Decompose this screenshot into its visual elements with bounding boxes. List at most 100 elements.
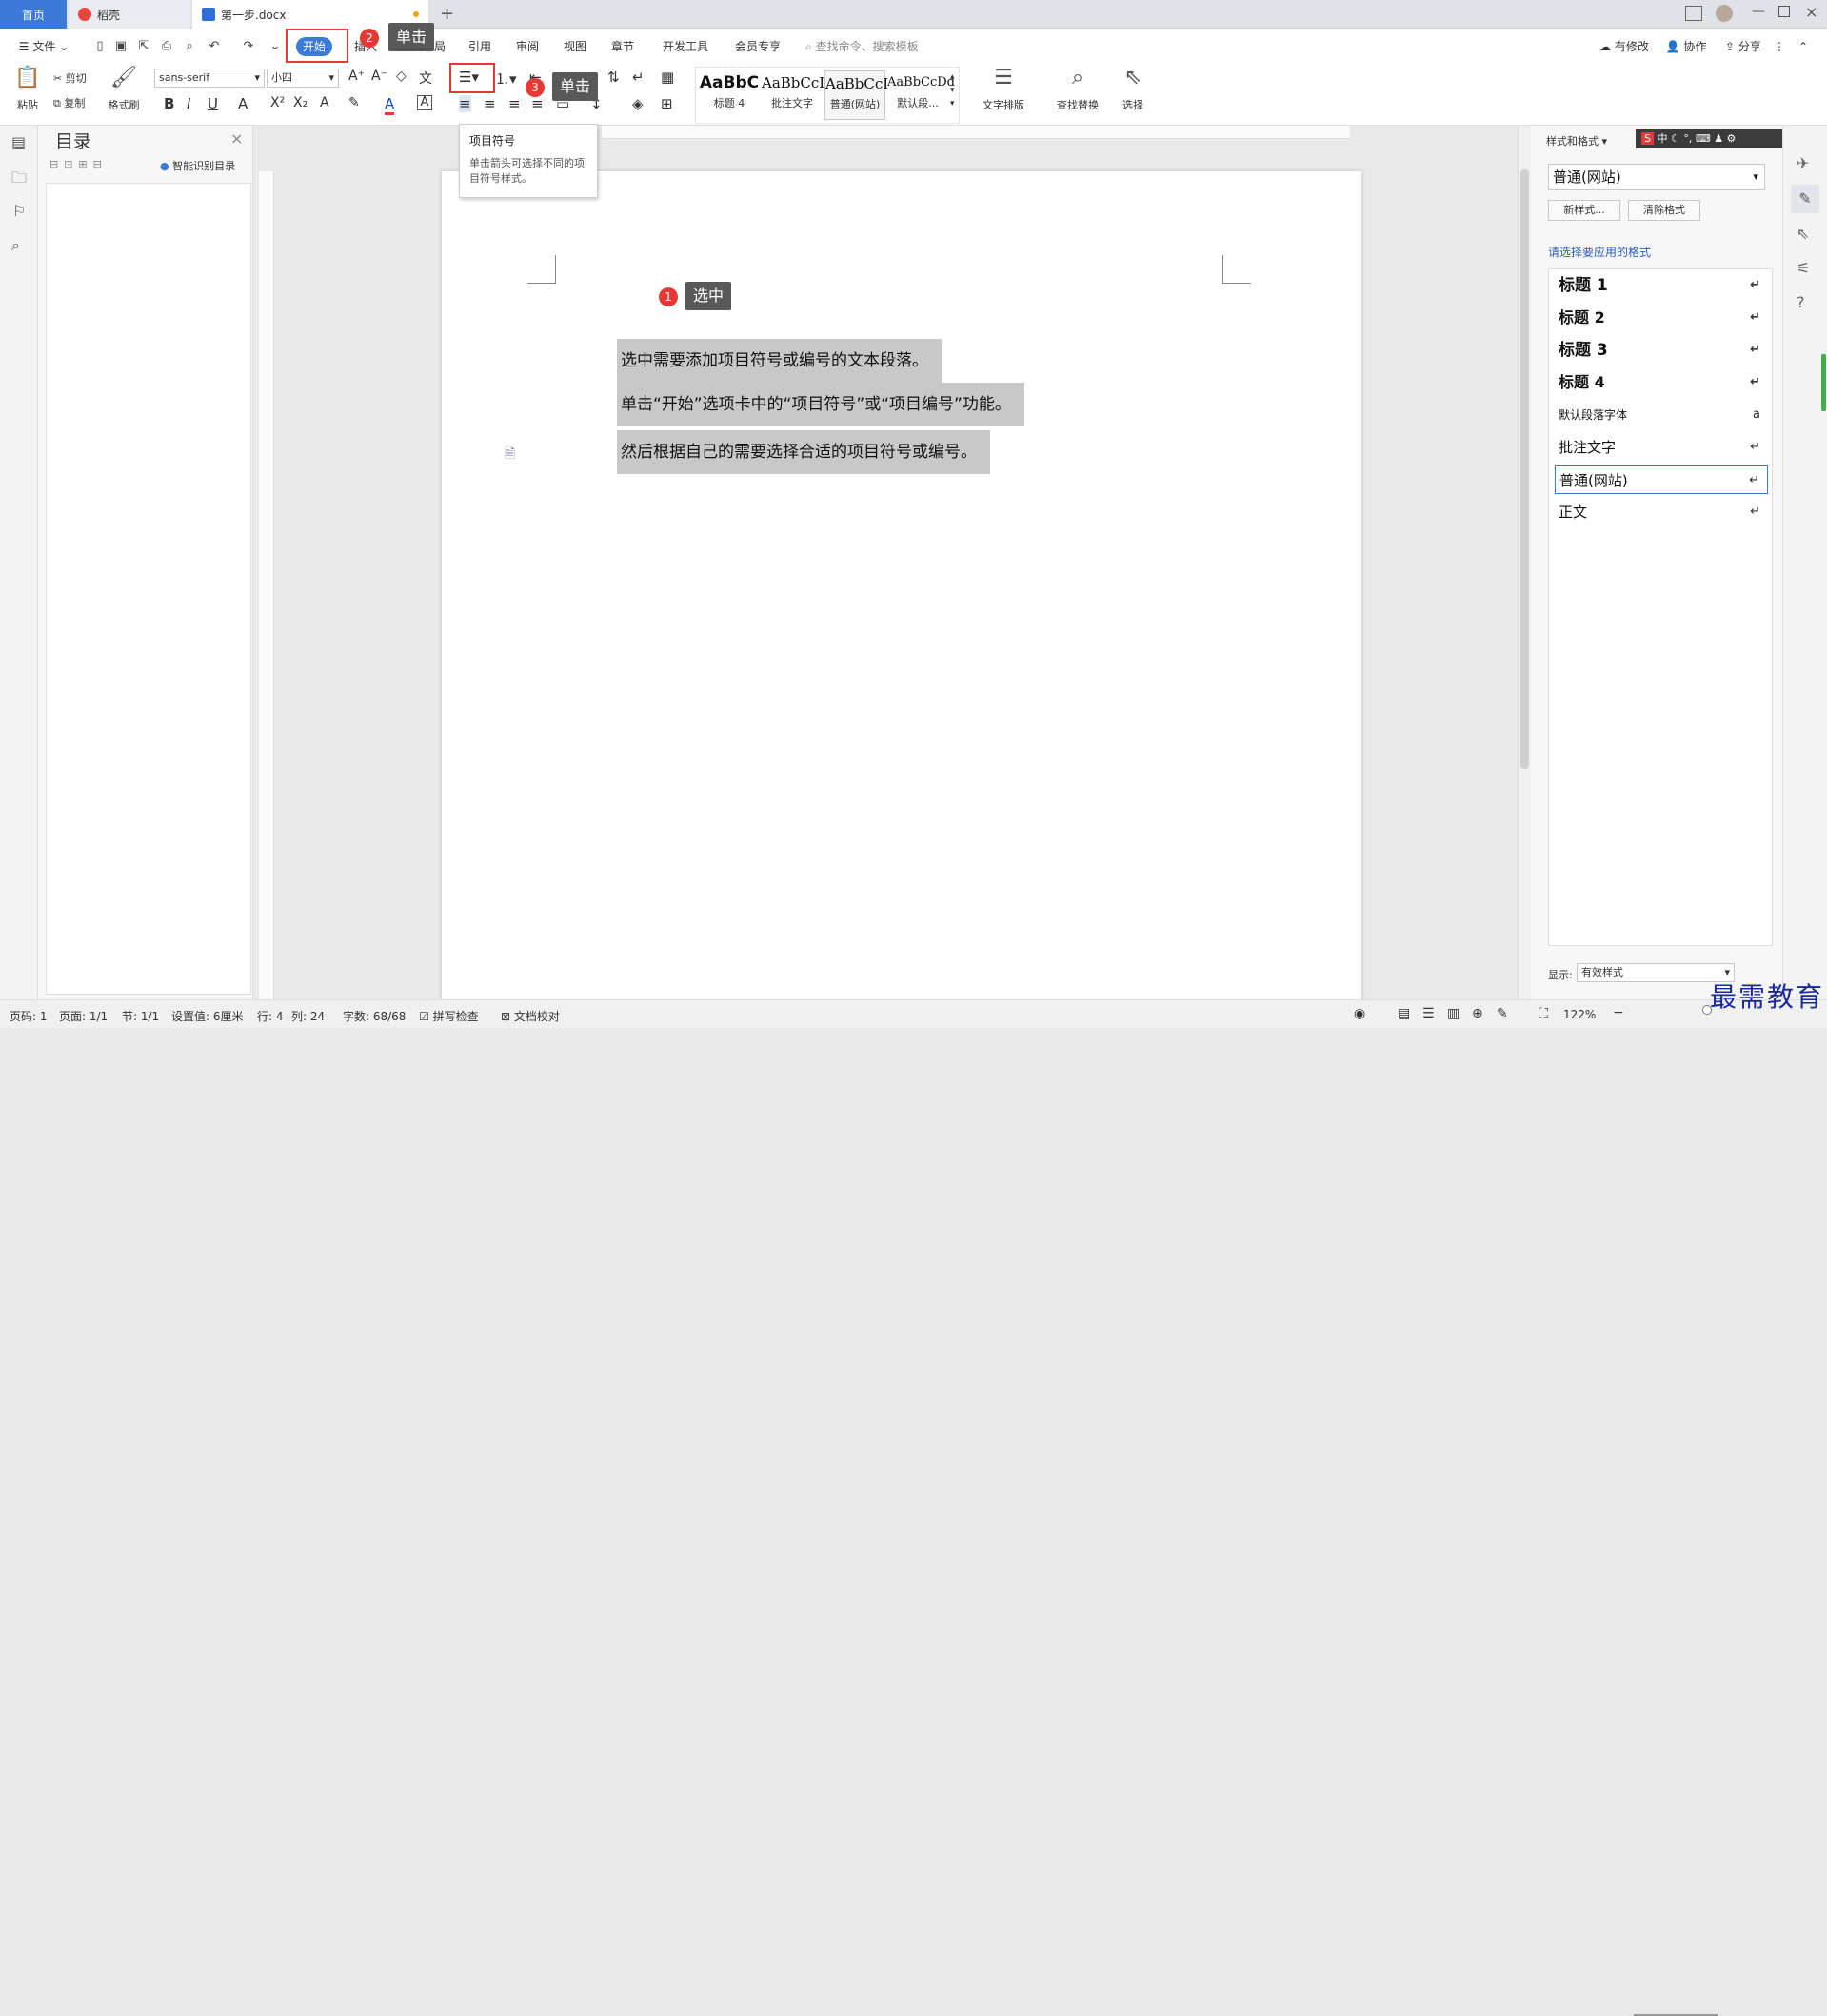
print-preview-icon[interactable]: ⌕ (181, 38, 198, 55)
reading-view-icon[interactable]: ▥ (1447, 1006, 1460, 1021)
zoom-level[interactable]: 122% (1563, 1008, 1596, 1021)
find-replace-button[interactable]: ⌕ 查找替换 (1047, 67, 1108, 112)
tab-home[interactable]: 首页 (0, 0, 67, 29)
style-item-heading3[interactable]: 标题 3 ↵ (1555, 336, 1768, 365)
bold-icon[interactable]: B (164, 95, 174, 112)
subscript-icon[interactable]: X₂ (293, 95, 308, 110)
new-doc-icon[interactable]: ▯ (91, 38, 109, 55)
show-marks-icon[interactable]: ↵ (632, 69, 645, 86)
pen-icon[interactable]: ✎ (1791, 185, 1819, 213)
eye-protection-icon[interactable]: ◉ (1354, 1006, 1365, 1021)
style-comment-text[interactable]: AaBbCcI 批注文字 (762, 70, 824, 120)
clear-format-icon[interactable]: ◇ (396, 69, 407, 84)
strikethrough-icon[interactable]: A (238, 95, 248, 112)
cut-button[interactable]: ✂ 剪切 (53, 70, 101, 86)
superscript-icon[interactable]: X² (270, 95, 285, 110)
collapse-ribbon-icon[interactable]: ⌃ (1796, 36, 1811, 57)
style-default-font[interactable]: AaBbCcDd 默认段... (887, 70, 955, 120)
style-normal-web[interactable]: AaBbCcI 普通(网站) (824, 70, 888, 120)
scrollbar-thumb[interactable] (1520, 169, 1529, 769)
command-search[interactable]: ⌕ 查找命令、搜索模板 (805, 36, 939, 57)
paste-button[interactable]: 📋 粘贴 (11, 67, 44, 112)
fit-page-icon[interactable]: ⛶ (1539, 1006, 1548, 1021)
tab-developer[interactable]: 开发工具 (657, 36, 714, 57)
new-style-button[interactable]: 新样式... (1548, 200, 1620, 221)
zoom-out-icon[interactable]: − (1613, 1005, 1624, 1020)
tab-daoke[interactable]: 稻壳 (69, 0, 190, 29)
paragraph-1[interactable]: 选中需要添加项目符号或编号的文本段落。 (617, 339, 942, 383)
text-layout-button[interactable]: ☰ 文字排版 (973, 67, 1034, 112)
phonetic-icon[interactable]: 文 (419, 69, 432, 88)
tab-references[interactable]: 引用 (461, 36, 499, 57)
paragraph-2[interactable]: 单击“开始”选项卡中的“项目符号”或“项目编号”功能。 (617, 383, 1024, 426)
select-button[interactable]: ⇖ 选择 (1112, 67, 1154, 112)
style-item-normal-web[interactable]: 普通(网站) ↵ (1555, 465, 1768, 494)
print-icon[interactable]: ⎙ (158, 38, 175, 55)
export-icon[interactable]: ⇱ (135, 38, 152, 55)
border-icon[interactable]: ⊞ (661, 95, 673, 112)
folder-icon[interactable]: 🗀 (11, 168, 27, 193)
panel-scroll-indicator[interactable] (1821, 354, 1826, 411)
help-icon[interactable]: ? (1797, 293, 1805, 311)
highlight-icon[interactable]: ✎ (348, 95, 360, 110)
spell-check-button[interactable]: ☑ 拼写检查 (419, 1008, 479, 1024)
format-painter-button[interactable]: 🖌 格式刷 (105, 67, 143, 112)
paragraph-marker-icon[interactable]: 🗎 (505, 444, 515, 466)
save-icon[interactable]: ▣ (112, 38, 129, 55)
file-menu[interactable]: ☰ 文件 ⌄ (13, 36, 74, 57)
rocket-icon[interactable]: ✈ (1797, 154, 1809, 172)
current-style-select[interactable]: 普通(网站) ▾ (1548, 164, 1765, 190)
style-scroll-icon[interactable]: ▴ ▾ ▾ (950, 70, 955, 110)
text-effect-icon[interactable]: A (320, 95, 329, 110)
font-color-icon[interactable]: A (385, 95, 395, 115)
more-icon[interactable]: ⋮ (1773, 36, 1786, 57)
justify-icon[interactable]: ≡ (531, 95, 544, 112)
web-view-icon[interactable]: ⊕ (1472, 1006, 1483, 1021)
tab-view[interactable]: 视图 (556, 36, 594, 57)
align-right-icon[interactable]: ≡ (508, 95, 521, 112)
outline-view-icon[interactable]: ☰ (1422, 1006, 1435, 1021)
undo-icon[interactable]: ↶ (206, 38, 223, 55)
tab-section[interactable]: 章节 (604, 36, 642, 57)
layout-icon[interactable] (1685, 6, 1702, 21)
status-words[interactable]: 字数: 68/68 (343, 1008, 406, 1024)
table-borders-icon[interactable]: ▦ (661, 69, 674, 86)
clear-format-button[interactable]: 清除格式 (1628, 200, 1700, 221)
style-item-default-font[interactable]: 默认段落字体 a (1555, 401, 1768, 429)
minimize-icon[interactable]: — (1752, 4, 1765, 19)
grow-font-icon[interactable]: A⁺ (348, 69, 365, 84)
style-item-heading2[interactable]: 标题 2 ↵ (1555, 304, 1768, 332)
write-view-icon[interactable]: ✎ (1497, 1006, 1508, 1021)
align-center-icon[interactable]: ≡ (484, 95, 496, 112)
settings-sliders-icon[interactable]: ⚟ (1797, 259, 1810, 277)
toc-expand-collapse-icons[interactable]: ⊟⊡⊞⊟ (50, 158, 108, 170)
smart-toc-button[interactable]: ● 智能识别目录 (160, 158, 235, 173)
tab-review[interactable]: 审阅 (508, 36, 546, 57)
bookmark-icon[interactable]: ⚐ (12, 202, 26, 220)
new-tab-plus-icon[interactable]: + (440, 4, 454, 24)
vertical-scrollbar[interactable] (1518, 126, 1531, 999)
share-button[interactable]: ⇪ 分享 (1719, 36, 1767, 57)
proofread-button[interactable]: ⊠ 文档校对 (501, 1008, 560, 1024)
search-icon[interactable]: ⌕ (11, 236, 20, 255)
italic-icon[interactable]: I (187, 95, 190, 112)
redo-icon[interactable]: ↷ (240, 38, 257, 55)
copy-button[interactable]: ⧉ 复制 (53, 95, 101, 110)
page-view-icon[interactable]: ▤ (1398, 1006, 1410, 1021)
sort-icon[interactable]: ⇅ (607, 69, 620, 86)
maximize-icon[interactable] (1778, 6, 1790, 17)
style-heading4[interactable]: AaBbC 标题 4 (699, 70, 760, 120)
avatar[interactable] (1716, 5, 1733, 22)
ime-toolbar[interactable]: S 中 ☾ °, ⌨ ♟ ⚙ (1636, 129, 1788, 148)
collaborate-button[interactable]: 👤 协作 (1662, 36, 1710, 57)
changes-button[interactable]: ☁ 有修改 (1596, 36, 1653, 57)
shading-icon[interactable]: ◈ (632, 95, 644, 112)
outline-icon[interactable]: ▤ (11, 133, 26, 151)
char-border-icon[interactable]: A (417, 95, 432, 110)
close-window-icon[interactable]: × (1805, 3, 1817, 21)
shrink-font-icon[interactable]: A⁻ (371, 69, 387, 84)
style-item-comment[interactable]: 批注文字 ↵ (1555, 433, 1768, 462)
tab-member[interactable]: 会员专享 (729, 36, 786, 57)
cursor-icon[interactable]: ⇖ (1797, 225, 1809, 243)
align-left-icon[interactable]: ≡ (459, 95, 471, 112)
